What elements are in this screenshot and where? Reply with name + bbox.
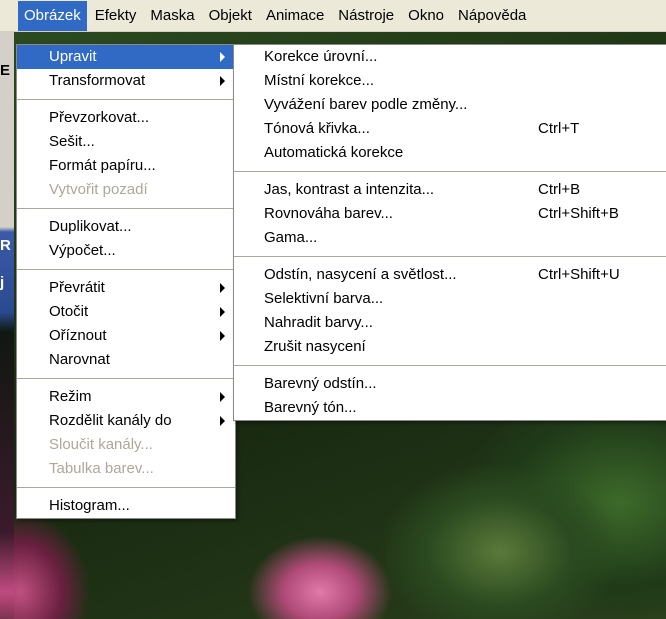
menu-item-gama[interactable]: Gama... bbox=[234, 226, 666, 250]
menu-separator bbox=[17, 487, 235, 488]
menu-item-vypocet[interactable]: Výpočet... bbox=[17, 239, 235, 263]
adjust-submenu: Korekce úrovní... Místní korekce... Vyvá… bbox=[233, 44, 666, 421]
menu-item-label: Narovnat bbox=[49, 351, 110, 368]
menu-objekt[interactable]: Objekt bbox=[203, 1, 258, 31]
menu-item-tabulka-barev: Tabulka barev... bbox=[17, 457, 235, 481]
menu-item-format-papiru[interactable]: Formát papíru... bbox=[17, 154, 235, 178]
menu-separator bbox=[17, 378, 235, 379]
menu-item-rezim[interactable]: Režim bbox=[17, 385, 235, 409]
menu-maska[interactable]: Maska bbox=[144, 1, 200, 31]
menu-item-shortcut: Ctrl+Shift+U bbox=[538, 266, 620, 283]
menu-item-histogram[interactable]: Histogram... bbox=[17, 494, 235, 518]
menu-item-korekce-urovni[interactable]: Korekce úrovní... bbox=[234, 45, 666, 69]
menu-item-barevny-ton[interactable]: Barevný tón... bbox=[234, 396, 666, 420]
menu-separator bbox=[17, 99, 235, 100]
submenu-arrow-icon bbox=[220, 52, 225, 62]
submenu-arrow-icon bbox=[220, 283, 225, 293]
edge-letter: E bbox=[0, 62, 11, 79]
menu-item-label: Barevný odstín... bbox=[264, 375, 377, 392]
menu-napoveda[interactable]: Nápověda bbox=[452, 1, 532, 31]
submenu-arrow-icon bbox=[220, 76, 225, 86]
edge-letter: R bbox=[0, 237, 11, 254]
menu-item-otocit[interactable]: Otočit bbox=[17, 300, 235, 324]
submenu-arrow-icon bbox=[220, 331, 225, 341]
menu-bar: Obrázek Efekty Maska Objekt Animace Nást… bbox=[0, 0, 666, 32]
submenu-arrow-icon bbox=[220, 307, 225, 317]
menu-item-label: Odstín, nasycení a světlost... bbox=[264, 266, 457, 283]
menu-item-shortcut: Ctrl+T bbox=[538, 120, 580, 137]
menu-item-label: Vytvořit pozadí bbox=[49, 181, 148, 198]
menu-item-vyvazeni-barev[interactable]: Vyvážení barev podle změny... bbox=[234, 93, 666, 117]
menu-item-label: Gama... bbox=[264, 229, 318, 246]
menu-item-label: Převzorkovat... bbox=[49, 109, 150, 126]
submenu-arrow-icon bbox=[220, 416, 225, 426]
menu-item-label: Tónová křivka... bbox=[264, 120, 370, 137]
menu-item-label: Upravit bbox=[49, 48, 97, 65]
window-edge-strip: E R j bbox=[0, 32, 14, 619]
image-menu: Upravit Transformovat Převzorkovat... Se… bbox=[16, 44, 236, 519]
menu-item-label: Režim bbox=[49, 388, 92, 405]
menu-item-oriznout[interactable]: Oříznout bbox=[17, 324, 235, 348]
menu-item-label: Selektivní barva... bbox=[264, 290, 384, 307]
menu-item-shortcut: Ctrl+Shift+B bbox=[538, 205, 619, 222]
menu-item-label: Korekce úrovní... bbox=[264, 48, 378, 65]
menu-item-odstin-nasyceni[interactable]: Odstín, nasycení a světlost... Ctrl+Shift… bbox=[234, 263, 666, 287]
menu-animace[interactable]: Animace bbox=[260, 1, 330, 31]
menu-item-rozdelit-kanaly[interactable]: Rozdělit kanály do bbox=[17, 409, 235, 433]
menu-item-automaticka-korekce[interactable]: Automatická korekce bbox=[234, 141, 666, 165]
menu-separator bbox=[234, 365, 666, 366]
menu-item-label: Nahradit barvy... bbox=[264, 314, 373, 331]
menu-item-rovnovaha-barev[interactable]: Rovnováha barev... Ctrl+Shift+B bbox=[234, 202, 666, 226]
menu-item-transformovat[interactable]: Transformovat bbox=[17, 69, 235, 93]
menu-item-prevratit[interactable]: Převrátit bbox=[17, 276, 235, 300]
menu-item-nahradit-barvy[interactable]: Nahradit barvy... bbox=[234, 311, 666, 335]
menu-item-jas-kontrast[interactable]: Jas, kontrast a intenzita... Ctrl+B bbox=[234, 178, 666, 202]
menu-item-barevny-odstin[interactable]: Barevný odstín... bbox=[234, 372, 666, 396]
menu-item-label: Automatická korekce bbox=[264, 144, 404, 161]
menu-item-label: Barevný tón... bbox=[264, 399, 357, 416]
menu-item-upravit[interactable]: Upravit bbox=[17, 45, 235, 69]
menu-efekty[interactable]: Efekty bbox=[89, 1, 143, 31]
menu-item-label: Transformovat bbox=[49, 72, 146, 89]
menu-item-label: Rozdělit kanály do bbox=[49, 412, 172, 429]
menu-separator bbox=[17, 269, 235, 270]
menu-item-label: Duplikovat... bbox=[49, 218, 132, 235]
menu-item-label: Sešit... bbox=[49, 133, 95, 150]
menu-item-label: Formát papíru... bbox=[49, 157, 156, 174]
menu-item-narovnat[interactable]: Narovnat bbox=[17, 348, 235, 372]
menu-item-shortcut: Ctrl+B bbox=[538, 181, 581, 198]
menu-separator bbox=[17, 208, 235, 209]
menu-nastroje[interactable]: Nástroje bbox=[332, 1, 400, 31]
menu-item-prevzorkovat[interactable]: Převzorkovat... bbox=[17, 106, 235, 130]
menu-item-label: Místní korekce... bbox=[264, 72, 375, 89]
menu-item-label: Otočit bbox=[49, 303, 89, 320]
menu-item-zrusit-nasyceni[interactable]: Zrušit nasycení bbox=[234, 335, 666, 359]
menu-item-mistni-korekce[interactable]: Místní korekce... bbox=[234, 69, 666, 93]
menu-item-label: Sloučit kanály... bbox=[49, 436, 153, 453]
menu-item-label: Rovnováha barev... bbox=[264, 205, 393, 222]
menu-item-label: Převrátit bbox=[49, 279, 105, 296]
menu-item-sloucit-kanaly: Sloučit kanály... bbox=[17, 433, 235, 457]
menu-obrazek[interactable]: Obrázek bbox=[18, 0, 87, 31]
menu-item-vytvorit-pozadi: Vytvořit pozadí bbox=[17, 178, 235, 202]
menu-item-selektivni-barva[interactable]: Selektivní barva... bbox=[234, 287, 666, 311]
edge-letter: j bbox=[0, 274, 5, 291]
menu-item-label: Vyvážení barev podle změny... bbox=[264, 96, 468, 113]
menu-item-sesit[interactable]: Sešit... bbox=[17, 130, 235, 154]
menu-separator bbox=[234, 171, 666, 172]
submenu-arrow-icon bbox=[220, 392, 225, 402]
menu-item-label: Tabulka barev... bbox=[49, 460, 154, 477]
menu-item-label: Oříznout bbox=[49, 327, 107, 344]
menu-item-label: Zrušit nasycení bbox=[264, 338, 366, 355]
menu-item-tonova-krivka[interactable]: Tónová křivka... Ctrl+T bbox=[234, 117, 666, 141]
menu-item-label: Jas, kontrast a intenzita... bbox=[264, 181, 435, 198]
menu-okno[interactable]: Okno bbox=[402, 1, 450, 31]
menu-separator bbox=[234, 256, 666, 257]
menu-item-label: Histogram... bbox=[49, 497, 130, 514]
menu-item-duplikovat[interactable]: Duplikovat... bbox=[17, 215, 235, 239]
menu-item-label: Výpočet... bbox=[49, 242, 116, 259]
